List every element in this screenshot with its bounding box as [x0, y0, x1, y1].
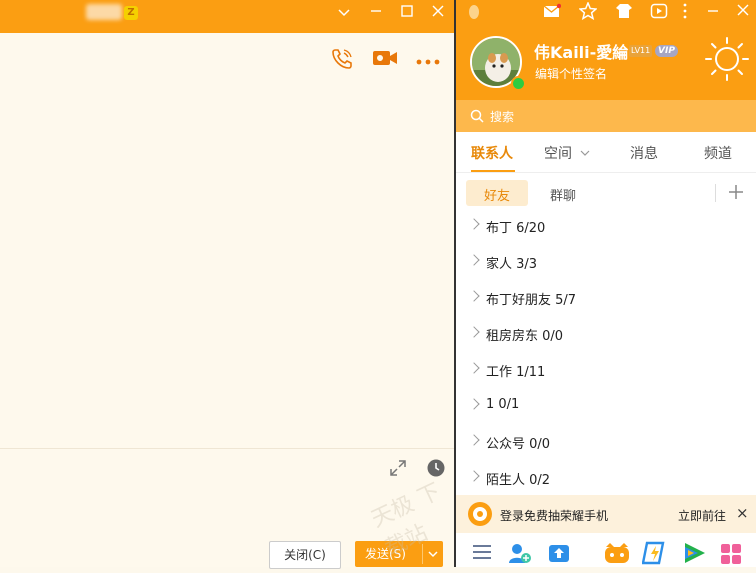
- minimize-button[interactable]: [366, 2, 386, 22]
- group-label: 租房房东 0/0: [486, 329, 564, 344]
- subtab-friends[interactable]: 好友: [466, 180, 528, 206]
- tencent-docs-icon[interactable]: [641, 541, 668, 569]
- mail-icon[interactable]: [543, 3, 562, 23]
- promo-text: 登录免费抽荣耀手机: [500, 509, 609, 523]
- chevron-down-icon: [580, 146, 590, 161]
- file-transfer-icon[interactable]: [548, 543, 570, 567]
- tab-channels[interactable]: 频道: [704, 143, 732, 163]
- group-label: 布丁好朋友 5/7: [486, 293, 577, 308]
- tencent-video-icon[interactable]: [682, 542, 706, 568]
- group-label: 1 0/1: [486, 397, 520, 412]
- close-button[interactable]: [736, 3, 750, 21]
- status-badge: Z: [124, 6, 138, 20]
- list-item[interactable]: 1 0/1: [456, 393, 756, 423]
- maximize-button[interactable]: [397, 3, 417, 23]
- expand-icon[interactable]: [388, 458, 408, 482]
- chevron-right-icon: [468, 398, 480, 410]
- chat-window: Z 关闭(C) 发送(S) 天极 下载站: [0, 0, 454, 569]
- penguin-logo-icon: [467, 4, 481, 24]
- list-item[interactable]: 工作 1/11: [456, 357, 756, 387]
- chevron-right-icon: [468, 254, 480, 266]
- main-header: 伟Kaili-愛綸 LV11 VIP 编辑个性签名: [456, 0, 756, 100]
- chevron-down-icon[interactable]: [334, 3, 354, 23]
- level-badge: LV11: [629, 45, 653, 57]
- search-icon: [470, 109, 484, 127]
- list-item[interactable]: 租房房东 0/0: [456, 321, 756, 351]
- chevron-right-icon: [468, 362, 480, 374]
- video-play-icon[interactable]: [650, 2, 668, 24]
- group-label: 公众号 0/0: [486, 437, 551, 452]
- close-button[interactable]: [428, 3, 448, 23]
- promo-action-link[interactable]: 立即前往: [678, 507, 726, 524]
- subtab-divider: [715, 184, 716, 202]
- chevron-right-icon: [468, 290, 480, 302]
- game-center-icon[interactable]: [604, 541, 630, 569]
- group-label: 工作 1/11: [486, 365, 546, 380]
- skin-shirt-icon[interactable]: [615, 3, 633, 23]
- list-item[interactable]: 布丁 6/20: [456, 213, 756, 243]
- bottom-toolbar: [456, 533, 756, 567]
- add-icon[interactable]: [728, 184, 744, 204]
- search-bar[interactable]: 搜索: [456, 100, 756, 132]
- tab-space[interactable]: 空间: [544, 143, 572, 163]
- weather-sun-icon[interactable]: [704, 36, 750, 86]
- subtab-groups[interactable]: 群聊: [550, 185, 576, 204]
- minimize-button[interactable]: [706, 3, 720, 21]
- apps-grid-icon[interactable]: [720, 543, 742, 569]
- menu-dots-icon[interactable]: [682, 3, 688, 23]
- profile-name[interactable]: 伟Kaili-愛綸: [534, 39, 628, 63]
- search-placeholder: 搜索: [490, 110, 515, 124]
- gift-icon: [468, 502, 492, 526]
- vip-badge[interactable]: VIP: [655, 45, 678, 57]
- star-icon[interactable]: [578, 1, 598, 24]
- group-label: 陌生人 0/2: [486, 473, 551, 488]
- input-divider: [0, 448, 454, 449]
- close-chat-button[interactable]: 关闭(C): [269, 541, 341, 569]
- promo-close-button[interactable]: ×: [736, 504, 749, 522]
- group-label: 家人 3/3: [486, 257, 538, 272]
- more-icon[interactable]: [416, 55, 440, 70]
- list-item[interactable]: 陌生人 0/2: [456, 465, 756, 495]
- promo-banner[interactable]: 登录免费抽荣耀手机 立即前往 ×: [456, 495, 756, 533]
- chevron-right-icon: [468, 434, 480, 446]
- list-item[interactable]: 家人 3/3: [456, 249, 756, 279]
- contact-name-blurred: [86, 4, 122, 20]
- chevron-right-icon: [468, 326, 480, 338]
- tab-contacts[interactable]: 联系人: [471, 143, 513, 163]
- list-item[interactable]: 公众号 0/0: [456, 429, 756, 459]
- main-menu-icon[interactable]: [472, 543, 492, 565]
- tab-messages[interactable]: 消息: [630, 143, 658, 163]
- chevron-right-icon: [468, 470, 480, 482]
- list-item[interactable]: 布丁好朋友 5/7: [456, 285, 756, 315]
- add-friend-icon[interactable]: [508, 542, 532, 568]
- voice-call-icon[interactable]: [330, 47, 354, 75]
- subtab-friends-label: 好友: [484, 189, 511, 204]
- tabs-divider: [456, 172, 756, 173]
- video-call-icon[interactable]: [372, 47, 398, 73]
- chat-titlebar: Z: [0, 0, 454, 33]
- signature-edit[interactable]: 编辑个性签名: [535, 65, 607, 82]
- online-status-dot: [511, 76, 526, 91]
- main-panel: 伟Kaili-愛綸 LV11 VIP 编辑个性签名 搜索 联系人 空间 消息 频…: [456, 0, 756, 567]
- chevron-right-icon: [468, 218, 480, 230]
- group-label: 布丁 6/20: [486, 221, 546, 236]
